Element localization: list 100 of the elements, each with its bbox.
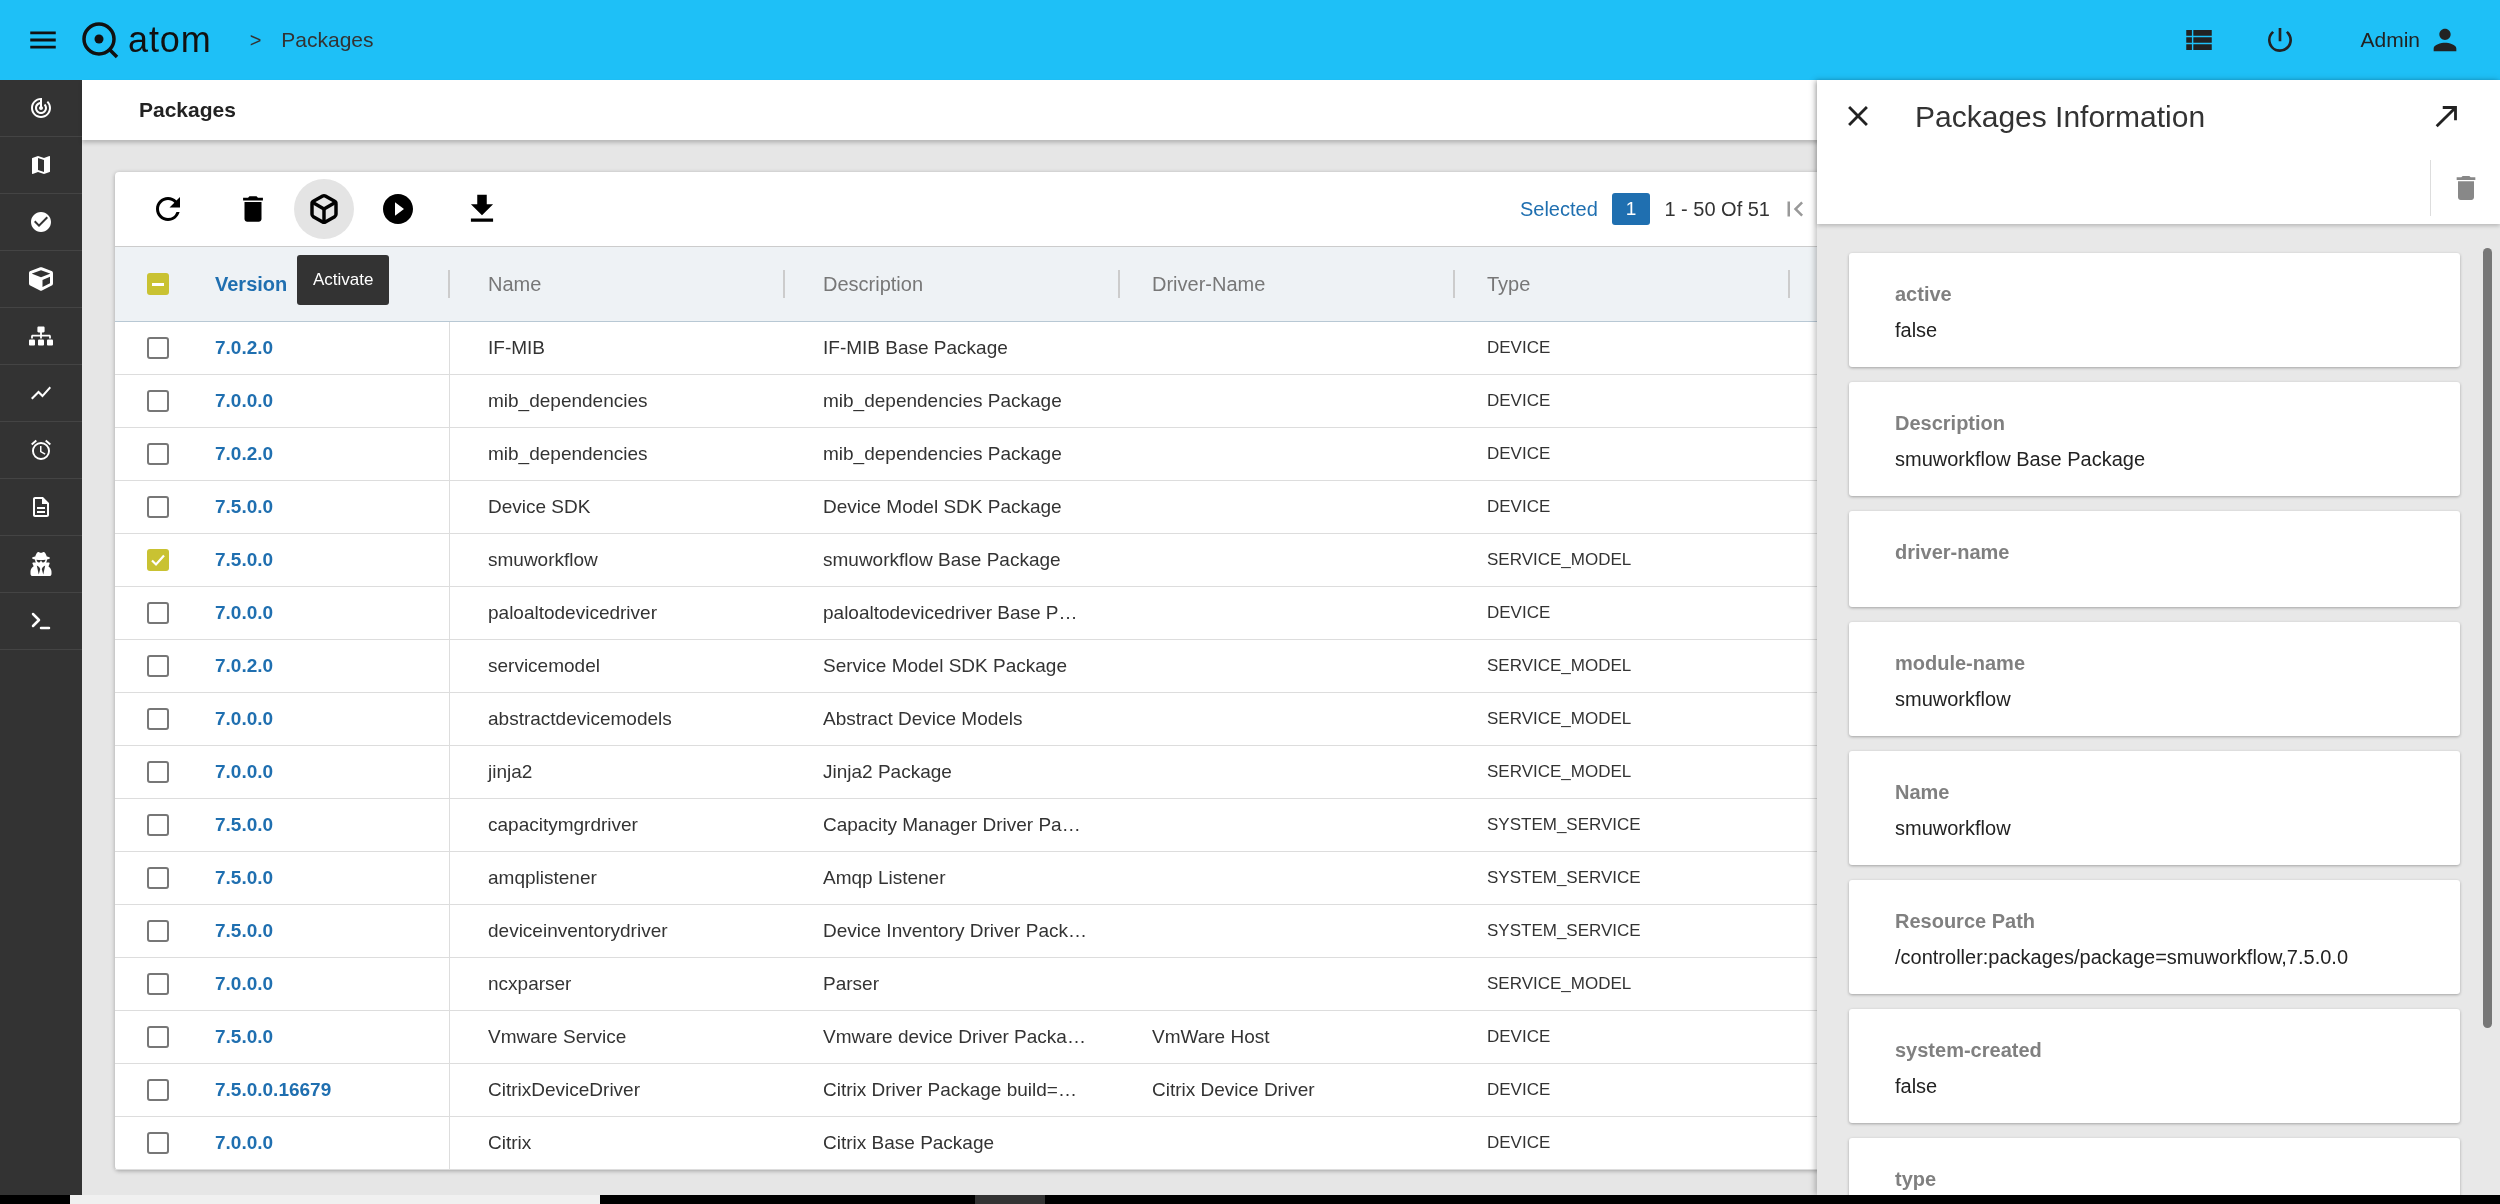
version-link[interactable]: 7.0.0.0 [215,969,274,999]
field-label: type [1895,1167,1938,1192]
field-label: system-created [1895,1038,2043,1063]
user-menu[interactable]: Admin [2360,23,2462,57]
table-cell: SERVICE_MODEL [1487,709,1632,729]
table-cell: Capacity Manager Driver Pa… [823,813,1081,835]
table-cell: IF-MIB Base Package [823,336,1008,358]
checkbox[interactable] [146,708,169,730]
table-cell: Device SDK [488,495,591,517]
version-link[interactable]: 7.5.0.0 [215,1022,274,1052]
version-link[interactable]: 7.5.0.0 [215,545,274,575]
table-cell: Citrix Base Package [823,1131,995,1153]
table-cell: smuworkflow [488,548,598,570]
table-cell: DEVICE [1487,497,1551,517]
table-cell: amqplistener [488,866,597,888]
checkbox[interactable] [146,337,169,359]
column-header[interactable]: Version [215,269,288,299]
field-value: false [1895,1074,1939,1099]
table-cell: Service Model SDK Package [823,654,1067,676]
map-icon [29,153,53,177]
version-link[interactable]: 7.0.0.0 [215,704,274,734]
table-cell: SERVICE_MODEL [1487,762,1632,782]
checkbox[interactable] [146,867,169,889]
field-value: smuworkflow [1895,816,2012,841]
version-link[interactable]: 7.0.0.0 [215,1128,274,1158]
table-cell: SERVICE_MODEL [1487,656,1632,676]
column-header[interactable]: Name [488,269,542,299]
breadcrumb[interactable]: Packages [281,24,374,56]
table-cell: Device Model SDK Package [823,495,1062,517]
table-cell: Parser [823,972,879,994]
field-value: smuworkflow [1895,687,2012,712]
table-cell: DEVICE [1487,603,1551,623]
table-cell: DEVICE [1487,1027,1551,1047]
checkbox[interactable] [146,655,169,677]
field-value: /controller:packages/package=smuworkflow,7.5.0.0 [1895,945,2350,970]
version-link[interactable]: 7.5.0.0 [215,863,274,893]
field-label: Resource Path [1895,909,2037,934]
activate-button[interactable] [294,179,354,239]
version-link[interactable]: 7.5.0.0.16679 [215,1075,332,1105]
checkbox[interactable] [146,814,169,836]
version-link[interactable]: 7.0.0.0 [215,757,274,787]
column-header[interactable]: Description [823,269,924,299]
checkbox[interactable] [146,273,169,295]
field-value: smuworkflow Base Package [1895,447,2147,472]
table-cell: SERVICE_MODEL [1487,550,1632,570]
sitemap-icon [29,324,53,348]
checkbox[interactable] [146,496,169,518]
version-link[interactable]: 7.5.0.0 [215,810,274,840]
version-link[interactable]: 7.0.2.0 [215,651,274,681]
checkbox[interactable] [146,602,169,624]
column-header[interactable]: Driver-Name [1152,269,1266,299]
table-cell: VmWare Host [1152,1025,1270,1047]
table-cell: Jinja2 Package [823,760,952,782]
selected-label: Selected [1519,197,1598,222]
field-label: driver-name [1895,540,2011,565]
table-cell: DEVICE [1487,338,1551,358]
checkbox[interactable] [146,973,169,995]
table-cell: mib_dependencies Package [823,442,1062,464]
table-cell: Citrix [488,1131,532,1153]
table-cell: Device Inventory Driver Pack… [823,919,1087,941]
table-cell: servicemodel [488,654,600,676]
table-cell: Citrix Driver Package build=… [823,1078,1077,1100]
alarm-icon [29,438,53,462]
checkbox[interactable] [146,390,169,412]
table-cell: DEVICE [1487,1133,1551,1153]
table-cell: DEVICE [1487,444,1551,464]
table-cell: deviceinventorydriver [488,919,668,941]
checkbox[interactable] [146,1079,169,1101]
version-link[interactable]: 7.0.2.0 [215,333,274,363]
version-link[interactable]: 7.5.0.0 [215,492,274,522]
table-cell: capacitymgrdriver [488,813,638,835]
version-link[interactable]: 7.0.2.0 [215,439,274,469]
checkbox[interactable] [146,443,169,465]
checkbox[interactable] [146,761,169,783]
table-cell: ncxparser [488,972,572,994]
breadcrumb-separator: > [249,28,262,53]
table-cell: abstractdevicemodels [488,707,672,729]
table-cell: Citrix Device Driver [1152,1078,1315,1100]
table-cell: DEVICE [1487,1080,1551,1100]
tooltip: Activate [297,255,390,305]
table-cell: smuworkflow Base Package [823,548,1061,570]
checkbox[interactable] [146,549,169,571]
table-cell: SYSTEM_SERVICE [1487,868,1641,888]
table-cell: paloaltodevicedriver Base P… [823,601,1078,623]
checkbox[interactable] [146,1132,169,1154]
target-icon [29,96,53,120]
table-cell: SERVICE_MODEL [1487,974,1632,994]
brand-name: atom [128,18,212,62]
version-link[interactable]: 7.5.0.0 [215,916,274,946]
table-cell: jinja2 [488,760,533,782]
checkbox[interactable] [146,920,169,942]
panel-title: Packages Information [1915,98,2206,135]
version-link[interactable]: 7.0.0.0 [215,386,274,416]
column-header[interactable]: Type [1487,269,1531,299]
checkbox[interactable] [146,1026,169,1048]
cube-icon [308,193,340,225]
table-cell: CitrixDeviceDriver [488,1078,640,1100]
table-cell: mib_dependencies Package [823,389,1062,411]
field-label: active [1895,282,1953,307]
version-link[interactable]: 7.0.0.0 [215,598,274,628]
